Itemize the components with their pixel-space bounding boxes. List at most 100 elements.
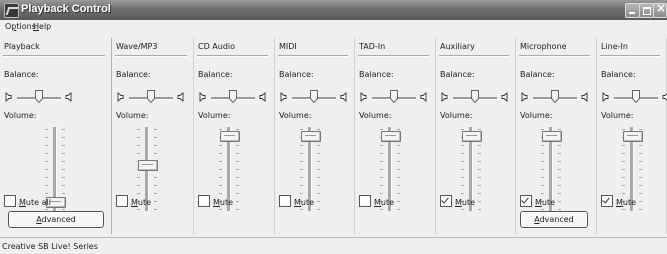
- mute-all-checkbox[interactable]: Mute all: [4, 195, 51, 207]
- advanced-button[interactable]: Advanced: [8, 211, 104, 228]
- balance-thumb[interactable]: [310, 90, 318, 104]
- volume-tick: [541, 169, 544, 170]
- left-speaker-icon: [359, 92, 367, 102]
- channel-separator: [3, 55, 105, 57]
- mute-checkbox[interactable]: Mute: [601, 195, 636, 207]
- mute-checkbox[interactable]: Mute: [440, 195, 475, 207]
- channel-separator: [439, 55, 509, 57]
- volume-tick: [62, 177, 65, 178]
- balance-thumb[interactable]: [390, 90, 398, 104]
- channel-name: Line-In: [601, 42, 628, 51]
- volume-tick: [45, 153, 48, 154]
- volume-tick: [461, 193, 464, 194]
- mute-checkbox[interactable]: Mute: [279, 195, 314, 207]
- mute-checkbox[interactable]: Mute: [520, 195, 555, 207]
- checkbox-box[interactable]: [601, 195, 613, 207]
- volume-tick: [397, 129, 400, 130]
- advanced-label: Advanced: [534, 215, 574, 224]
- volume-tick: [317, 209, 320, 210]
- balance-slider[interactable]: [520, 89, 590, 109]
- volume-tick: [154, 201, 157, 202]
- volume-tick: [62, 185, 65, 186]
- volume-label: Volume:: [601, 111, 634, 120]
- volume-thumb[interactable]: [623, 130, 643, 142]
- balance-slider[interactable]: [198, 89, 268, 109]
- checkbox-box[interactable]: [520, 195, 532, 207]
- checkbox-box[interactable]: [440, 195, 452, 207]
- balance-slider[interactable]: [4, 89, 74, 109]
- volume-tick: [45, 185, 48, 186]
- mute-checkbox[interactable]: Mute: [198, 195, 233, 207]
- volume-tick: [558, 177, 561, 178]
- title-bar[interactable]: Playback Control: [0, 0, 667, 20]
- volume-tick: [478, 169, 481, 170]
- volume-tick: [300, 153, 303, 154]
- balance-slider[interactable]: [279, 89, 349, 109]
- mute-label: Mute all: [19, 198, 51, 207]
- volume-tick: [154, 209, 157, 210]
- volume-tick: [461, 169, 464, 170]
- balance-label: Balance:: [520, 70, 555, 79]
- checkbox-box[interactable]: [116, 195, 128, 207]
- mute-checkbox[interactable]: Mute: [359, 195, 394, 207]
- volume-tick: [622, 185, 625, 186]
- maximize-button[interactable]: [639, 3, 654, 18]
- balance-thumb[interactable]: [35, 90, 43, 104]
- balance-label: Balance:: [4, 70, 39, 79]
- volume-tick: [397, 161, 400, 162]
- volume-tick: [317, 161, 320, 162]
- volume-tick: [541, 185, 544, 186]
- balance-thumb[interactable]: [147, 90, 155, 104]
- volume-tick: [478, 201, 481, 202]
- advanced-button[interactable]: Advanced: [520, 211, 588, 228]
- checkbox-box[interactable]: [4, 195, 16, 207]
- balance-thumb[interactable]: [471, 90, 479, 104]
- volume-tick: [461, 177, 464, 178]
- volume-tick: [137, 209, 140, 210]
- minimize-button[interactable]: [625, 3, 640, 18]
- volume-tick: [397, 185, 400, 186]
- balance-thumb[interactable]: [632, 90, 640, 104]
- volume-thumb[interactable]: [301, 130, 321, 142]
- volume-tick: [639, 185, 642, 186]
- close-button[interactable]: [653, 1, 667, 18]
- channel-name: MIDI: [279, 42, 297, 51]
- volume-tick: [622, 161, 625, 162]
- menu-options[interactable]: Options: [5, 22, 36, 31]
- volume-tick: [62, 153, 65, 154]
- mute-checkbox[interactable]: Mute: [116, 195, 151, 207]
- right-speaker-icon: [259, 92, 267, 102]
- volume-tick: [137, 185, 140, 186]
- checkbox-box[interactable]: [279, 195, 291, 207]
- balance-thumb[interactable]: [551, 90, 559, 104]
- balance-label: Balance:: [279, 70, 314, 79]
- checkbox-box[interactable]: [198, 195, 210, 207]
- mute-label: Mute: [213, 198, 234, 207]
- volume-tick: [154, 153, 157, 154]
- volume-thumb[interactable]: [381, 130, 401, 142]
- mute-label: Mute: [131, 198, 152, 207]
- volume-tick: [558, 185, 561, 186]
- balance-slider[interactable]: [601, 89, 667, 109]
- volume-tick: [219, 177, 222, 178]
- balance-slider[interactable]: [440, 89, 510, 109]
- mute-label: Mute: [455, 198, 476, 207]
- volume-thumb[interactable]: [220, 130, 240, 142]
- volume-tick: [317, 193, 320, 194]
- volume-label: Volume:: [4, 111, 37, 120]
- volume-thumb[interactable]: [462, 130, 482, 142]
- balance-slider[interactable]: [359, 89, 429, 109]
- balance-thumb[interactable]: [229, 90, 237, 104]
- volume-thumb[interactable]: [542, 130, 562, 142]
- volume-tick: [137, 137, 140, 138]
- volume-tick: [300, 169, 303, 170]
- left-speaker-icon: [520, 92, 528, 102]
- volume-tick: [380, 153, 383, 154]
- checkbox-box[interactable]: [359, 195, 371, 207]
- volume-tick: [236, 145, 239, 146]
- volume-thumb[interactable]: [138, 160, 158, 172]
- volume-tick: [62, 161, 65, 162]
- volume-tick: [397, 145, 400, 146]
- balance-slider[interactable]: [116, 89, 186, 109]
- menu-help[interactable]: Help: [33, 22, 51, 31]
